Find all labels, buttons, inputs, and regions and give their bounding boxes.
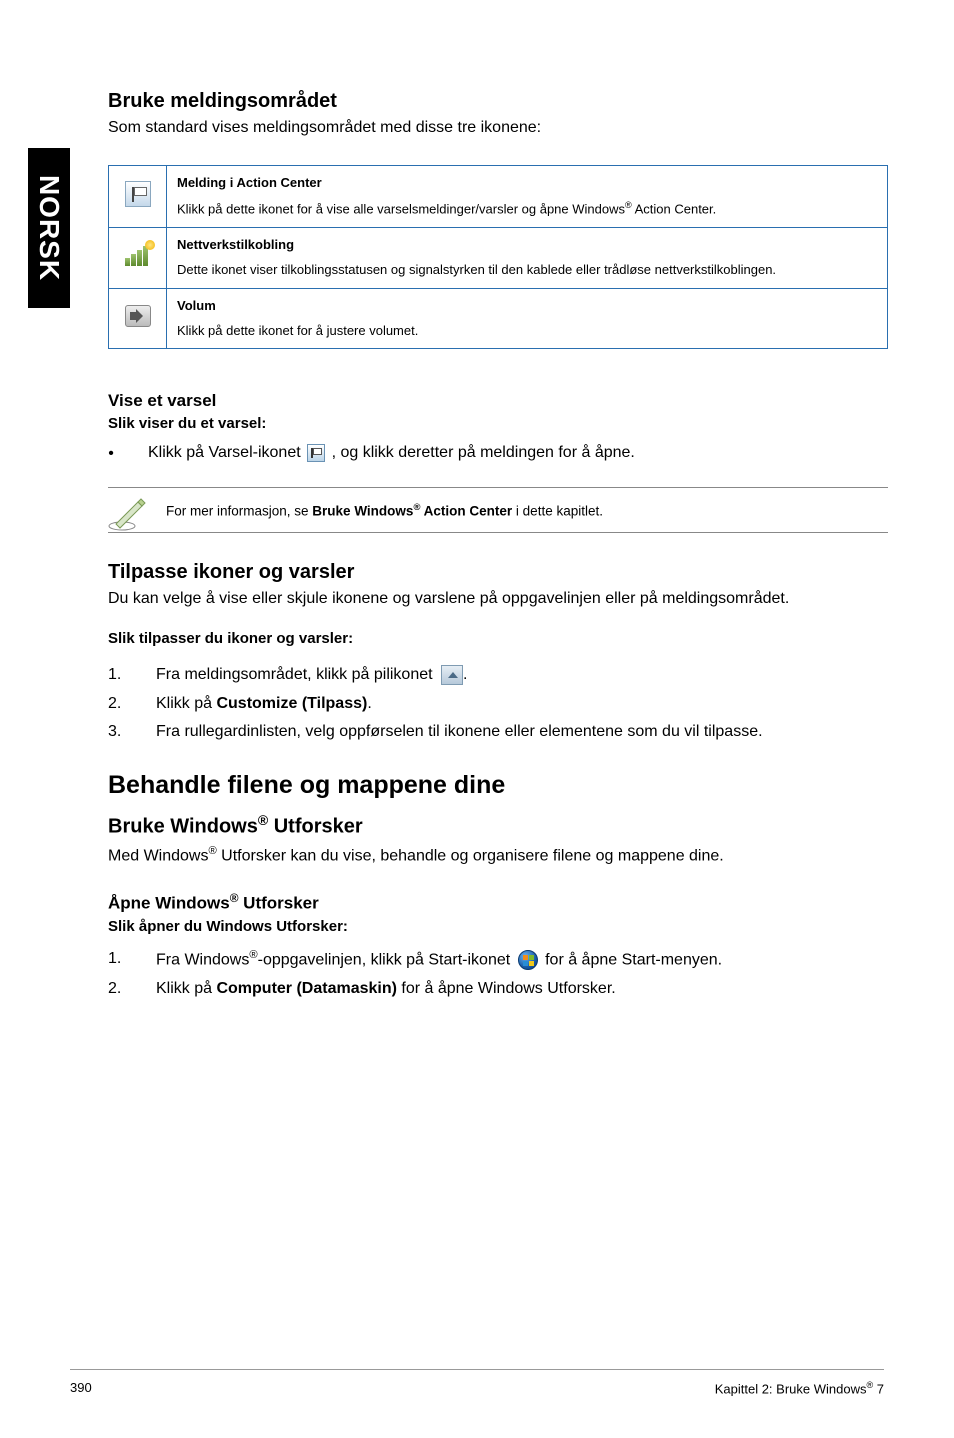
cell-desc-action-center: Melding i Action Center Klikk på dette i… [167,166,888,228]
intro-utforsker-b: Utforsker kan du vise, behandle og organ… [217,847,724,864]
row-title-network: Nettverkstilkobling [177,236,877,255]
heading-behandle-filene: Behandle filene og mappene dine [108,771,888,800]
page-footer: 390 Kapittel 2: Bruke Windows® 7 [70,1369,884,1396]
ut-step2-a: Klikk på [156,980,216,997]
steps-utforsker: Fra Windows®-oppgavelinjen, klikk på Sta… [108,949,888,998]
ut-step2-b: for å åpne Windows Utforsker. [397,980,616,997]
note-text-a: For mer informasjon, se [166,503,312,518]
bullet-text-b: , og klikk deretter på meldingen for å å… [332,445,635,462]
ut-step2-bold: Computer (Datamaskin) [216,980,396,997]
subheading-slik-viser: Slik viser du et varsel: [108,415,888,432]
volume-icon [125,305,151,327]
bullet-dot: • [108,445,114,463]
step2-b: . [367,695,371,712]
subheading-slik-tilpasser: Slik tilpasser du ikoner og varsler: [108,630,888,647]
footer-right-b: 7 [873,1381,884,1396]
steps-tilpasse: Fra meldingsområdet, klikk på pilikonet … [108,665,888,741]
aapne-b: Utforsker [238,894,318,913]
aapne-a: Åpne Windows [108,894,230,913]
step1-text: Fra meldingsområdet, klikk på pilikonet [156,666,437,683]
heading-meldingsomradet: Bruke meldingsområdet [108,90,888,113]
note-box: For mer informasjon, se Bruke Windows® A… [108,487,888,534]
cell-desc-volume: Volum Klikk på dette ikonet for å juster… [167,288,888,349]
step-tilpasse-2: Klikk på Customize (Tilpass). [108,695,888,713]
intro-utforsker: Med Windows® Utforsker kan du vise, beha… [108,845,888,865]
ut-step1-b: -oppgavelinjen, klikk på Start-ikonet [258,951,515,968]
row-body-action-center-b: Action Center. [632,201,717,216]
step2-a: Klikk på [156,695,216,712]
row-title-action-center: Melding i Action Center [177,174,877,193]
row-body-volume: Klikk på dette ikonet for å justere volu… [177,323,418,338]
step-utforsker-2: Klikk på Computer (Datamaskin) for å åpn… [108,980,888,998]
heading-bruke-b: Utforsker [268,816,362,838]
heading-bruke-a: Bruke Windows [108,816,258,838]
intro-tilpasse: Du kan velge å vise eller skjule ikonene… [108,590,888,608]
note-bold-b: Action Center [420,503,512,518]
network-icon [125,244,151,266]
cell-icon-network [109,228,167,289]
row-body-network: Dette ikonet viser tilkoblingsstatusen o… [177,262,776,277]
reg-mark-3: ® [208,845,216,857]
step-utforsker-1: Fra Windows®-oppgavelinjen, klikk på Sta… [108,949,888,970]
intro-utforsker-a: Med Windows [108,847,208,864]
row-title-volume: Volum [177,297,877,316]
row-body-action-center-a: Klikk på dette ikonet for å vise alle va… [177,201,625,216]
windows-start-orb-icon [518,950,538,970]
flag-icon-inline [307,444,325,462]
note-text-b: i dette kapitlet. [512,503,603,518]
footer-right: Kapittel 2: Bruke Windows® 7 [715,1380,884,1396]
cell-icon-volume [109,288,167,349]
step3-text: Fra rullegardinlisten, velg oppførselen … [156,723,763,741]
notification-icons-table: Melding i Action Center Klikk på dette i… [108,165,888,349]
heading-aapne-utforsker: Åpne Windows® Utforsker [108,891,888,914]
arrow-up-icon [441,665,463,685]
step2-bold: Customize (Tilpass) [216,695,367,712]
step1-end: . [463,666,467,683]
reg-mark-2: ® [258,812,268,828]
ut-step1-c: for å åpne Start-menyen. [545,951,722,968]
bullet-text-a: Klikk på Varsel-ikonet [148,445,305,462]
subheading-slik-aapner: Slik åpner du Windows Utforsker: [108,918,888,935]
note-bold-a: Bruke Windows [312,503,413,518]
page-number: 390 [70,1380,92,1396]
reg-mark: ® [625,200,632,210]
side-tab: NORSK [28,148,70,308]
cell-icon-action-center [109,166,167,228]
step-tilpasse-3: Fra rullegardinlisten, velg oppførselen … [108,723,888,741]
reg-mark-5: ® [249,949,257,961]
page-content: Bruke meldingsområdet Som standard vises… [108,90,888,1008]
footer-right-a: Kapittel 2: Bruke Windows [715,1381,867,1396]
ut-step1-a: Fra Windows [156,951,249,968]
flag-icon [125,181,151,207]
side-tab-label: NORSK [33,175,65,281]
heading-vise-varsel: Vise et varsel [108,391,888,411]
step-tilpasse-1: Fra meldingsområdet, klikk på pilikonet … [108,665,888,685]
heading-bruke-utforsker: Bruke Windows® Utforsker [108,812,888,839]
bullet-varsel: • Klikk på Varsel-ikonet , og klikk dere… [108,444,888,462]
heading-tilpasse: Tilpasse ikoner og varsler [108,561,888,584]
cell-desc-network: Nettverkstilkobling Dette ikonet viser t… [167,228,888,289]
pen-icon [108,496,148,532]
intro-meldingsomradet: Som standard vises meldingsområdet med d… [108,119,888,137]
bullet-text: Klikk på Varsel-ikonet , og klikk derett… [148,444,635,462]
